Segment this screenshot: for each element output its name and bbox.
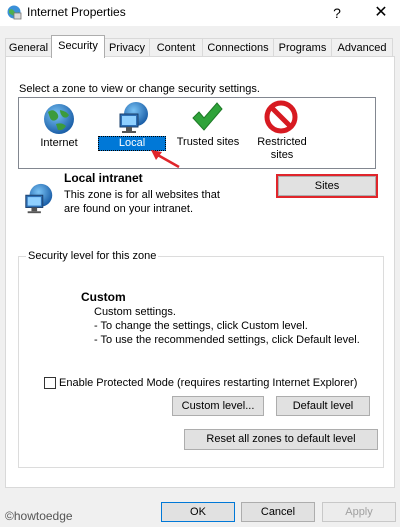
reset-all-zones-button[interactable]: Reset all zones to default level bbox=[184, 429, 378, 450]
security-level-line: - To change the settings, click Custom l… bbox=[94, 320, 308, 332]
zone-trusted-sites[interactable]: Trusted sites bbox=[174, 100, 242, 154]
apply-button[interactable]: Apply bbox=[322, 502, 396, 522]
security-level-line: - To use the recommended settings, click… bbox=[94, 334, 360, 346]
selected-zone-intranet-icon bbox=[25, 183, 53, 214]
tab-connections[interactable]: Connections bbox=[202, 38, 274, 57]
tab-privacy[interactable]: Privacy bbox=[104, 38, 150, 57]
selected-zone-name: Local intranet bbox=[64, 171, 143, 185]
zone-local-intranet[interactable]: Local intranet bbox=[96, 100, 168, 162]
security-level-legend: Security level for this zone bbox=[26, 250, 159, 262]
tab-advanced[interactable]: Advanced bbox=[331, 38, 393, 57]
sites-button[interactable]: Sites bbox=[276, 174, 378, 198]
watermark: ©howtoedge bbox=[5, 509, 73, 523]
zone-label-trusted-sites: Trusted sites bbox=[176, 136, 240, 148]
internet-options-icon bbox=[7, 5, 22, 20]
default-level-button[interactable]: Default level bbox=[276, 396, 370, 416]
zone-prompt: Select a zone to view or change security… bbox=[19, 83, 260, 95]
tab-programs[interactable]: Programs bbox=[273, 38, 332, 57]
custom-level-button[interactable]: Custom level... bbox=[172, 396, 264, 416]
zone-internet[interactable]: Internet bbox=[36, 100, 82, 158]
security-level-line: Custom settings. bbox=[94, 306, 176, 318]
cancel-button[interactable]: Cancel bbox=[241, 502, 315, 522]
zone-restricted-sites[interactable]: Restricted sites bbox=[250, 100, 314, 166]
tab-security[interactable]: Security bbox=[51, 35, 105, 58]
ok-button[interactable]: OK bbox=[161, 502, 235, 522]
checkmark-icon bbox=[192, 102, 223, 131]
help-button[interactable]: ? bbox=[322, 0, 352, 26]
protected-mode-label[interactable]: Enable Protected Mode (requires restarti… bbox=[59, 377, 357, 389]
tab-content[interactable]: Content bbox=[149, 38, 203, 57]
globe-icon bbox=[44, 104, 74, 134]
zone-label-internet: Internet bbox=[40, 137, 78, 149]
restricted-icon bbox=[264, 100, 298, 134]
close-button[interactable]: ✕ bbox=[366, 0, 396, 26]
intranet-icon bbox=[119, 102, 148, 133]
selected-zone-description: This zone is for all websites that are f… bbox=[64, 189, 220, 215]
security-level-title: Custom bbox=[81, 290, 126, 304]
zone-label-restricted-sites: Restricted sites bbox=[257, 136, 307, 161]
window-title: Internet Properties bbox=[27, 5, 126, 19]
tab-general[interactable]: General bbox=[5, 38, 52, 57]
security-level-description: Custom settings. - To change the setting… bbox=[94, 305, 360, 347]
protected-mode-checkbox[interactable] bbox=[44, 377, 56, 389]
